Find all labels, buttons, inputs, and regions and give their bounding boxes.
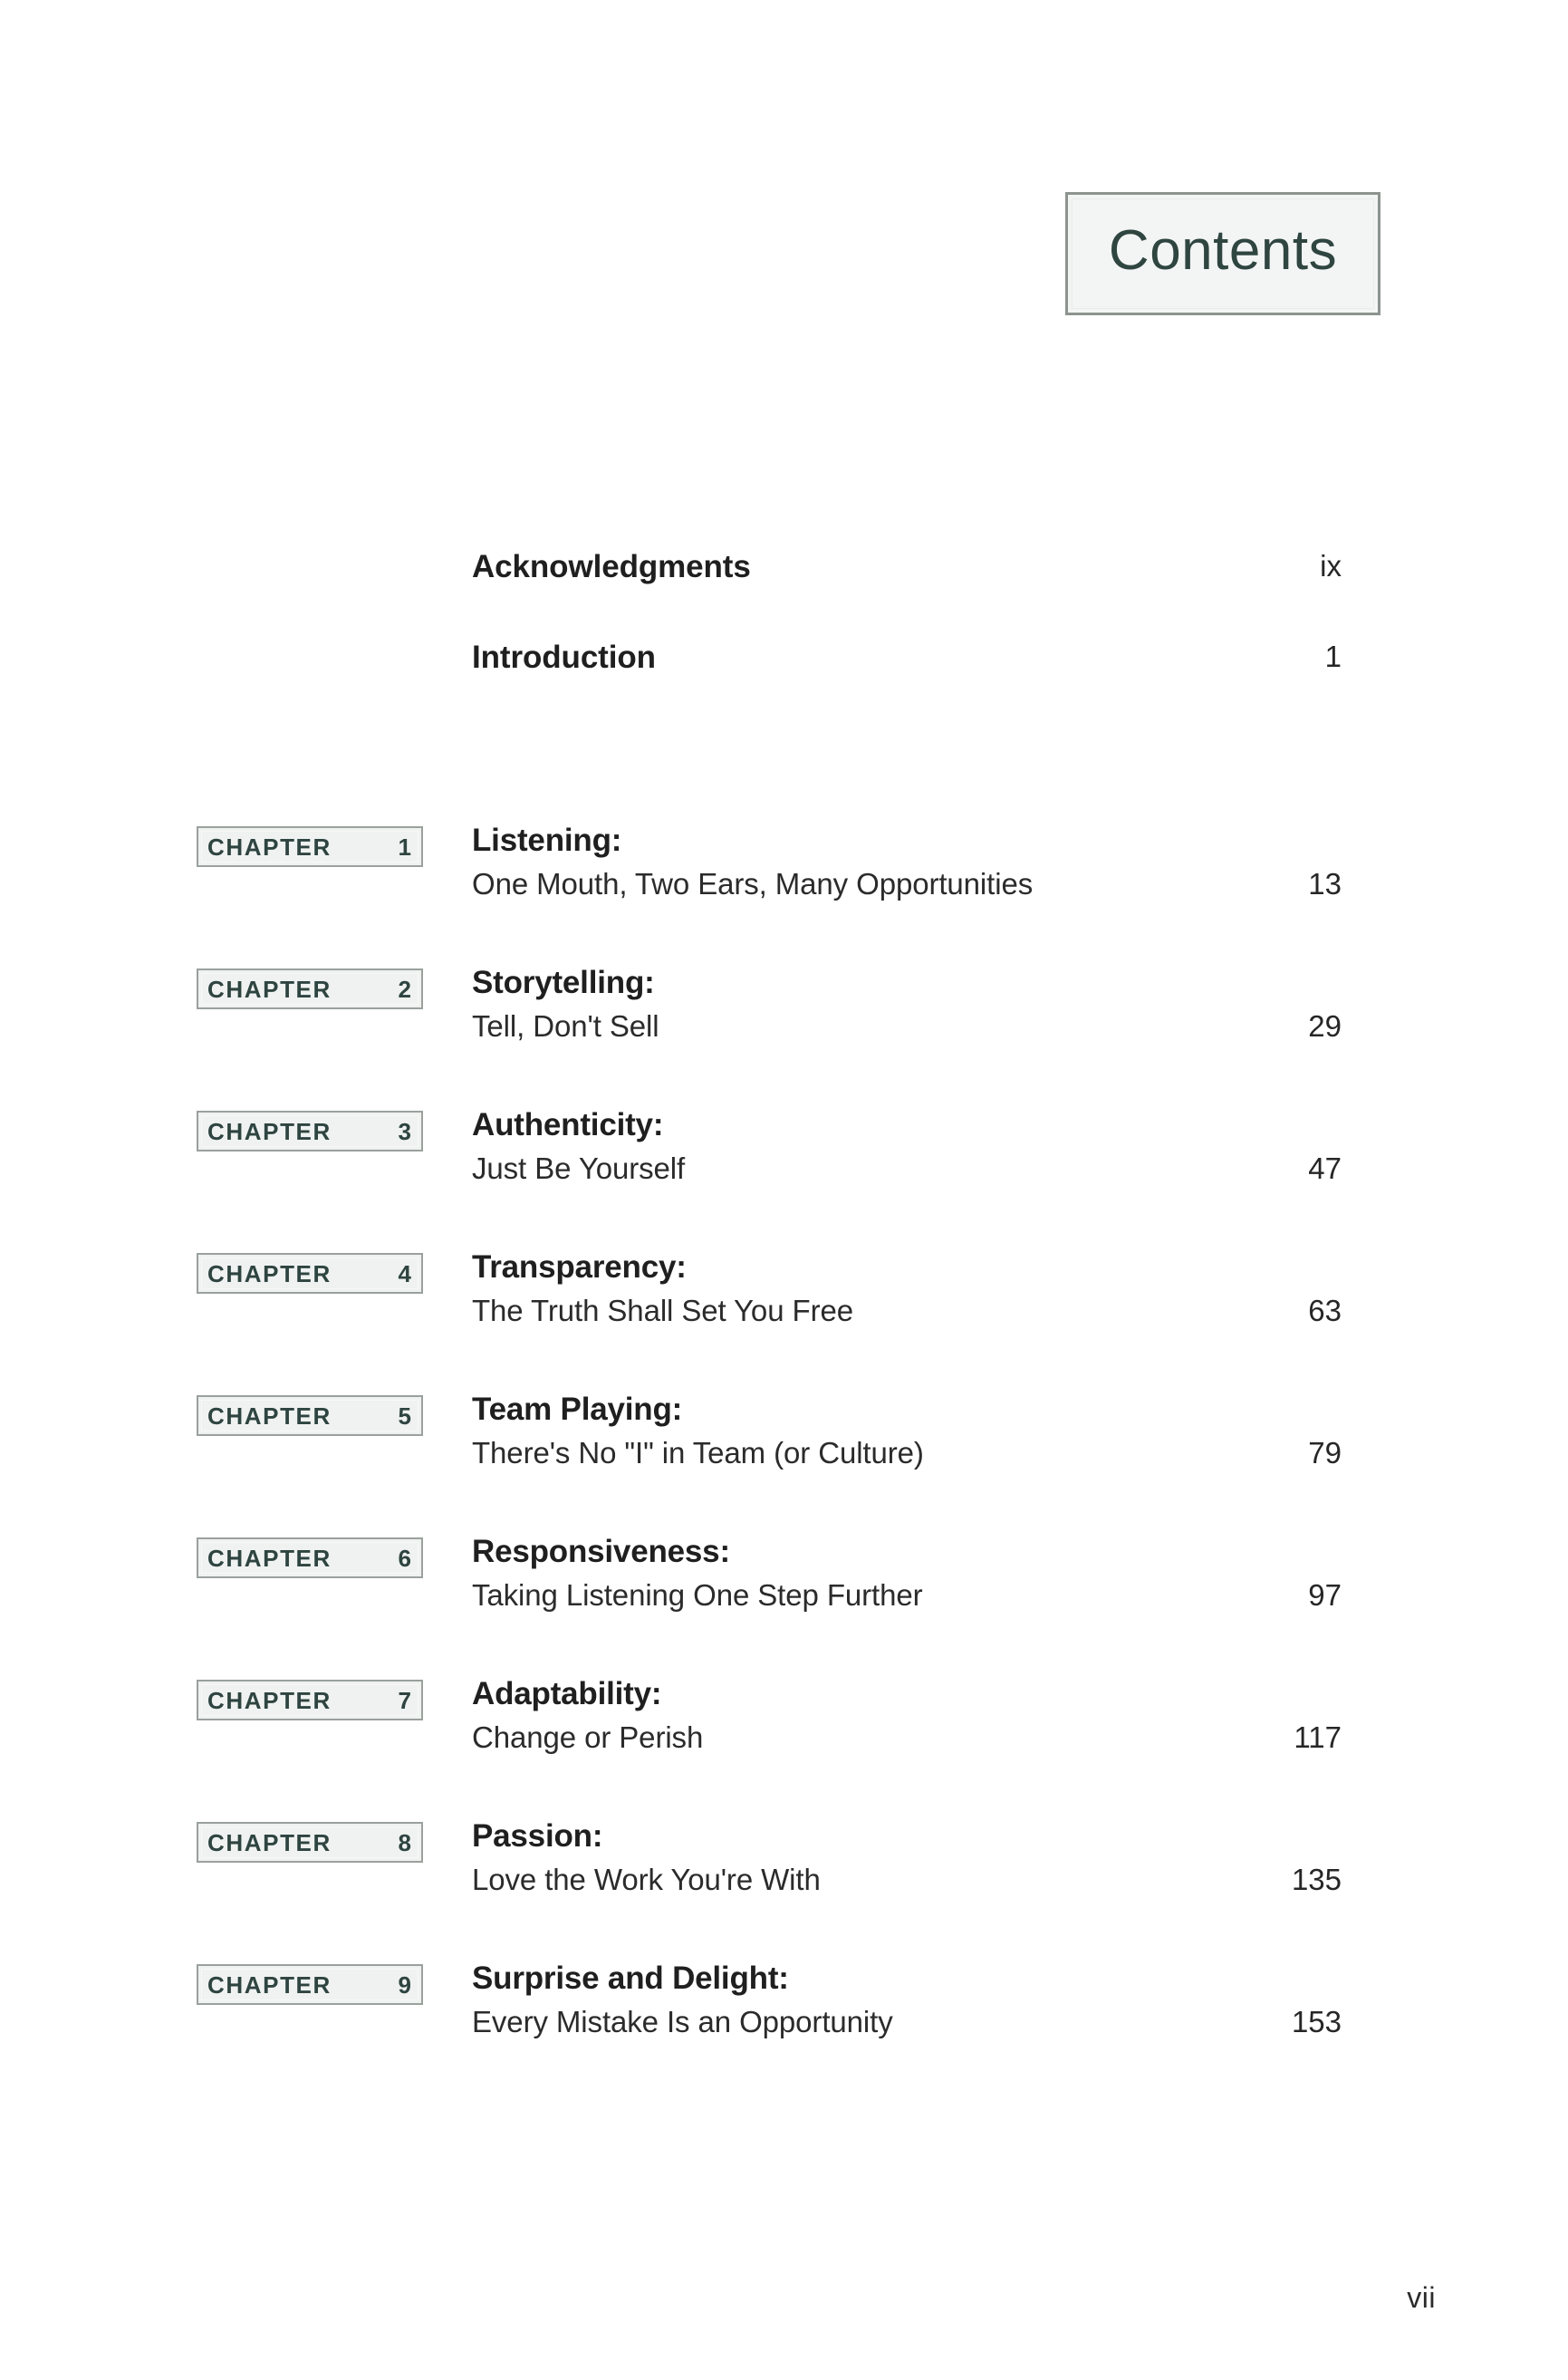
chapter-page-number: 13 xyxy=(1308,866,1342,901)
chapter-subtitle-line: Taking Listening One Step Further 97 xyxy=(472,1577,1568,1619)
chapter-page-number: 153 xyxy=(1291,2004,1342,2038)
chapter-text-block: Listening: One Mouth, Two Ears, Many Opp… xyxy=(472,823,1568,908)
chapter-badge-word: CHAPTER xyxy=(207,1544,332,1572)
front-matter-row[interactable]: Acknowledgments ix xyxy=(472,551,1342,641)
contents-heading-box: Contents xyxy=(1065,192,1380,315)
chapter-subtitle-line: There's No "I" in Team (or Culture) 79 xyxy=(472,1435,1568,1477)
chapter-badge-number: 5 xyxy=(398,1402,411,1430)
chapter-number-badge: CHAPTER 6 xyxy=(197,1537,423,1578)
chapter-text-block: Storytelling: Tell, Don't Sell 29 xyxy=(472,965,1568,1050)
chapter-text-block: Surprise and Delight: Every Mistake Is a… xyxy=(472,1961,1568,2046)
chapter-text-block: Passion: Love the Work You're With 135 xyxy=(472,1818,1568,1903)
chapter-number-badge: CHAPTER 3 xyxy=(197,1111,423,1151)
front-matter-label: Acknowledgments xyxy=(472,549,751,584)
page-title: Contents xyxy=(1108,219,1338,282)
chapter-title: Listening: xyxy=(472,823,622,858)
chapter-badge-number: 7 xyxy=(398,1686,411,1714)
chapter-subtitle: Change or Perish xyxy=(472,1720,704,1754)
chapter-row[interactable]: CHAPTER 7 Adaptability: Change or Perish… xyxy=(0,1676,1568,1822)
chapter-badge-word: CHAPTER xyxy=(207,1686,332,1714)
chapter-row[interactable]: CHAPTER 5 Team Playing: There's No "I" i… xyxy=(0,1392,1568,1537)
chapter-number-badge: CHAPTER 9 xyxy=(197,1964,423,2005)
chapter-subtitle: The Truth Shall Set You Free xyxy=(472,1293,853,1327)
chapter-subtitle-line: The Truth Shall Set You Free 63 xyxy=(472,1293,1568,1335)
chapter-number-badge: CHAPTER 7 xyxy=(197,1680,423,1720)
chapter-row[interactable]: CHAPTER 4 Transparency: The Truth Shall … xyxy=(0,1249,1568,1395)
chapter-badge-number: 1 xyxy=(398,833,411,861)
chapter-number-badge: CHAPTER 4 xyxy=(197,1253,423,1294)
chapter-subtitle: There's No "I" in Team (or Culture) xyxy=(472,1435,924,1469)
chapter-badge-word: CHAPTER xyxy=(207,1828,332,1856)
chapter-list: CHAPTER 1 Listening: One Mouth, Two Ears… xyxy=(0,823,1568,2106)
chapter-row[interactable]: CHAPTER 8 Passion: Love the Work You're … xyxy=(0,1818,1568,1964)
chapter-number-badge: CHAPTER 8 xyxy=(197,1822,423,1863)
chapter-page-number: 63 xyxy=(1308,1293,1342,1327)
chapter-title: Team Playing: xyxy=(472,1392,683,1427)
chapter-title: Adaptability: xyxy=(472,1676,662,1711)
chapter-title: Transparency: xyxy=(472,1249,687,1285)
chapter-page-number: 79 xyxy=(1308,1435,1342,1469)
chapter-badge-word: CHAPTER xyxy=(207,1259,332,1287)
chapter-subtitle: Love the Work You're With xyxy=(472,1862,821,1896)
chapter-number-badge: CHAPTER 1 xyxy=(197,826,423,867)
chapter-badge-word: CHAPTER xyxy=(207,833,332,861)
front-matter-label: Introduction xyxy=(472,640,656,675)
chapter-text-block: Responsiveness: Taking Listening One Ste… xyxy=(472,1534,1568,1619)
chapter-subtitle-line: Love the Work You're With 135 xyxy=(472,1862,1568,1903)
chapter-title: Authenticity: xyxy=(472,1107,664,1142)
chapter-text-block: Adaptability: Change or Perish 117 xyxy=(472,1676,1568,1761)
chapter-badge-number: 4 xyxy=(398,1259,411,1287)
chapter-subtitle-line: Tell, Don't Sell 29 xyxy=(472,1008,1568,1050)
chapter-number-badge: CHAPTER 2 xyxy=(197,968,423,1009)
chapter-title: Responsiveness: xyxy=(472,1534,730,1569)
chapter-badge-word: CHAPTER xyxy=(207,1402,332,1430)
chapter-badge-number: 8 xyxy=(398,1828,411,1856)
toc-page: Contents Acknowledgments ix Introduction… xyxy=(0,0,1568,2380)
chapter-subtitle-line: Change or Perish 117 xyxy=(472,1720,1568,1761)
chapter-page-number: 97 xyxy=(1308,1577,1342,1612)
chapter-subtitle-line: Every Mistake Is an Opportunity 153 xyxy=(472,2004,1568,2046)
chapter-subtitle-line: One Mouth, Two Ears, Many Opportunities … xyxy=(472,866,1568,908)
chapter-row[interactable]: CHAPTER 2 Storytelling: Tell, Don't Sell… xyxy=(0,965,1568,1111)
chapter-subtitle: Just Be Yourself xyxy=(472,1151,686,1185)
chapter-page-number: 47 xyxy=(1308,1151,1342,1185)
chapter-text-block: Authenticity: Just Be Yourself 47 xyxy=(472,1107,1568,1192)
chapter-page-number: 29 xyxy=(1308,1008,1342,1043)
chapter-badge-number: 9 xyxy=(398,1970,411,1999)
chapter-subtitle: Taking Listening One Step Further xyxy=(472,1577,923,1612)
chapter-page-number: 117 xyxy=(1294,1720,1342,1754)
chapter-title: Passion: xyxy=(472,1818,603,1854)
chapter-row[interactable]: CHAPTER 6 Responsiveness: Taking Listeni… xyxy=(0,1534,1568,1680)
chapter-badge-number: 3 xyxy=(398,1117,411,1145)
chapter-title: Surprise and Delight: xyxy=(472,1961,789,1996)
chapter-badge-number: 6 xyxy=(398,1544,411,1572)
front-matter-page-number: ix xyxy=(1320,549,1342,583)
chapter-number-badge: CHAPTER 5 xyxy=(197,1395,423,1436)
front-matter-list: Acknowledgments ix Introduction 1 xyxy=(472,551,1342,732)
chapter-page-number: 135 xyxy=(1291,1862,1342,1896)
chapter-badge-word: CHAPTER xyxy=(207,1117,332,1145)
chapter-row[interactable]: CHAPTER 1 Listening: One Mouth, Two Ears… xyxy=(0,823,1568,968)
chapter-text-block: Transparency: The Truth Shall Set You Fr… xyxy=(472,1249,1568,1335)
page-folio: vii xyxy=(1407,2281,1436,2314)
front-matter-page-number: 1 xyxy=(1324,640,1342,673)
chapter-text-block: Team Playing: There's No "I" in Team (or… xyxy=(472,1392,1568,1477)
chapter-subtitle-line: Just Be Yourself 47 xyxy=(472,1151,1568,1192)
chapter-title: Storytelling: xyxy=(472,965,655,1000)
chapter-subtitle: Tell, Don't Sell xyxy=(472,1008,659,1043)
front-matter-row[interactable]: Introduction 1 xyxy=(472,641,1342,732)
chapter-row[interactable]: CHAPTER 9 Surprise and Delight: Every Mi… xyxy=(0,1961,1568,2106)
chapter-row[interactable]: CHAPTER 3 Authenticity: Just Be Yourself… xyxy=(0,1107,1568,1253)
chapter-badge-word: CHAPTER xyxy=(207,975,332,1003)
chapter-subtitle: One Mouth, Two Ears, Many Opportunities xyxy=(472,866,1034,901)
chapter-badge-number: 2 xyxy=(398,975,411,1003)
chapter-badge-word: CHAPTER xyxy=(207,1970,332,1999)
chapter-subtitle: Every Mistake Is an Opportunity xyxy=(472,2004,893,2038)
